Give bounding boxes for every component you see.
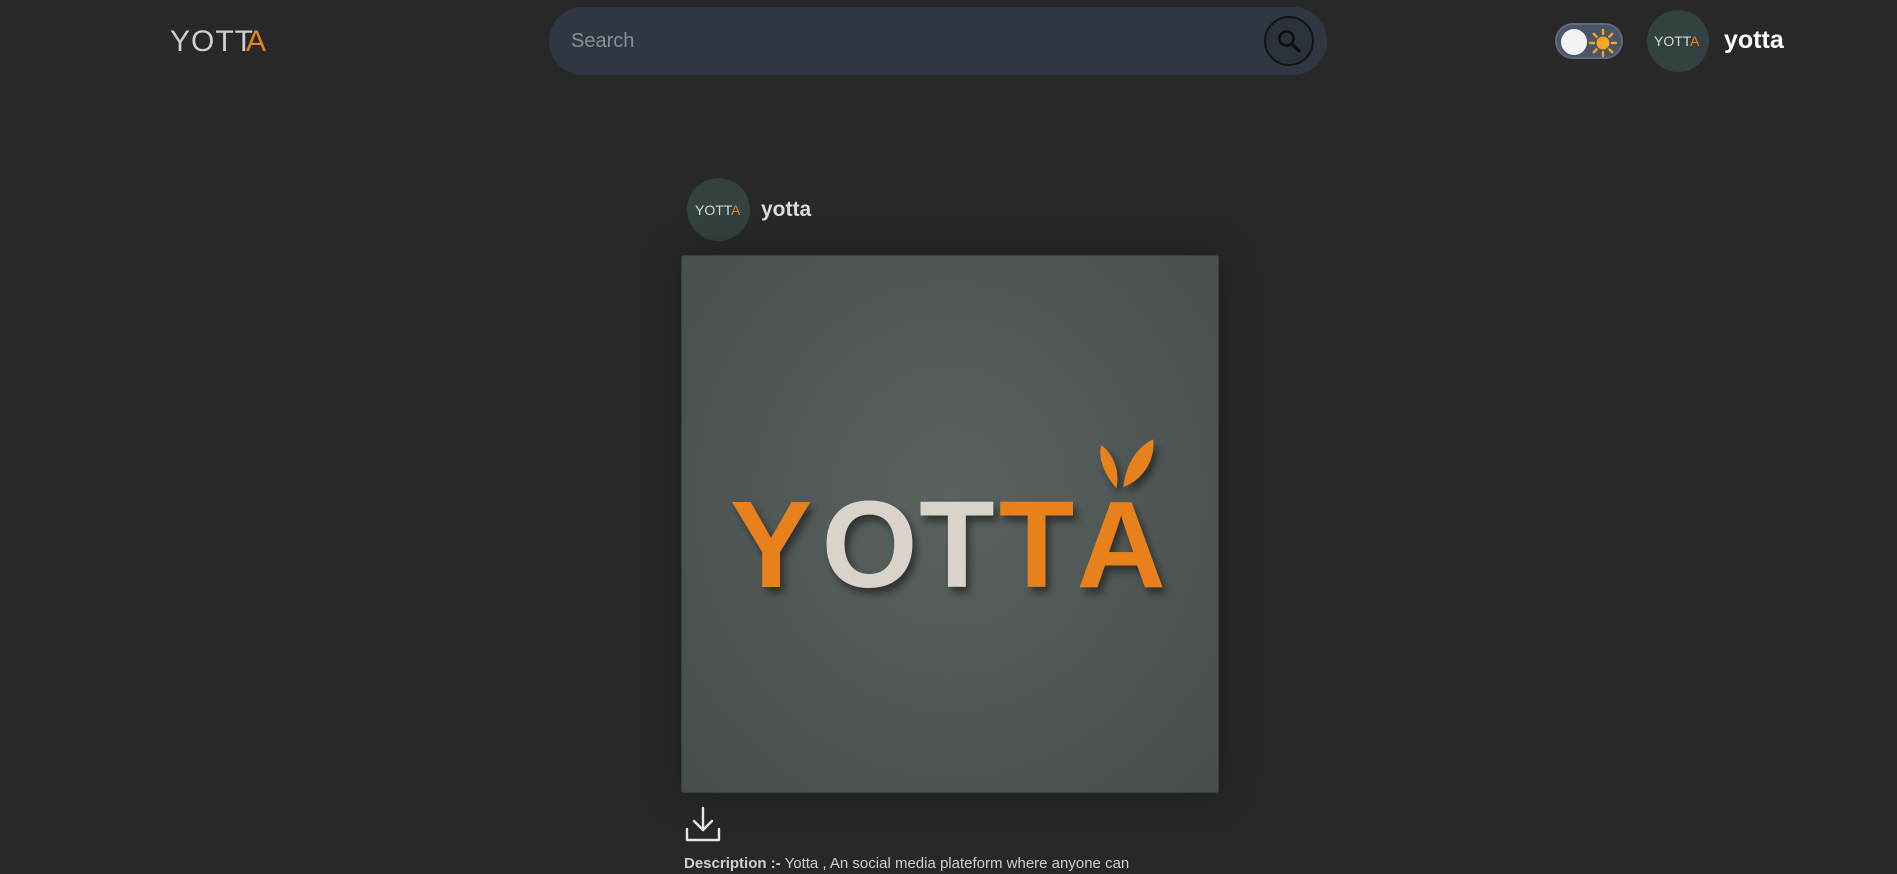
theme-toggle[interactable] [1555, 23, 1623, 59]
logo-text: YOTT [170, 25, 254, 58]
svg-text:YOTT: YOTT [1654, 33, 1692, 49]
post-description: Description :- Yotta , An social media p… [684, 854, 1206, 874]
logo-graphic: YOTT A [170, 25, 266, 58]
description-text: Yotta , An social media plateform where … [784, 855, 1130, 872]
search-bar [549, 7, 1327, 75]
logo-letter-t2: T [999, 476, 1074, 614]
logo-letter-o: O [821, 476, 917, 614]
sun-icon [1588, 28, 1618, 58]
toggle-knob [1561, 29, 1587, 55]
user-avatar[interactable]: YOTT A [1647, 10, 1709, 72]
logo-letter-t1: T [919, 476, 994, 614]
avatar-logo: YOTT A [1654, 33, 1700, 49]
download-icon [685, 806, 721, 842]
post-author-name[interactable]: yotta [761, 198, 811, 222]
post-author-avatar[interactable]: YOTT A [687, 178, 750, 241]
svg-text:A: A [731, 202, 741, 218]
avatar-logo: YOTT A [695, 202, 741, 218]
description-label: Description :- [684, 855, 781, 872]
logo-text-accent: A [246, 25, 266, 58]
logo-letter-a: A [1077, 476, 1166, 614]
yotta-logo-image: Y O T T A [730, 439, 1166, 614]
post-image[interactable]: Y O T T A [681, 255, 1219, 793]
svg-text:YOTT: YOTT [695, 202, 733, 218]
svg-text:A: A [1690, 33, 1700, 49]
site-logo[interactable]: YOTT A [170, 20, 270, 64]
header-username[interactable]: yotta [1724, 26, 1784, 55]
download-button[interactable] [684, 805, 722, 843]
logo-letter-y: Y [730, 476, 812, 614]
search-button[interactable] [1264, 16, 1314, 66]
search-input[interactable] [549, 7, 1327, 75]
search-icon [1278, 30, 1301, 53]
